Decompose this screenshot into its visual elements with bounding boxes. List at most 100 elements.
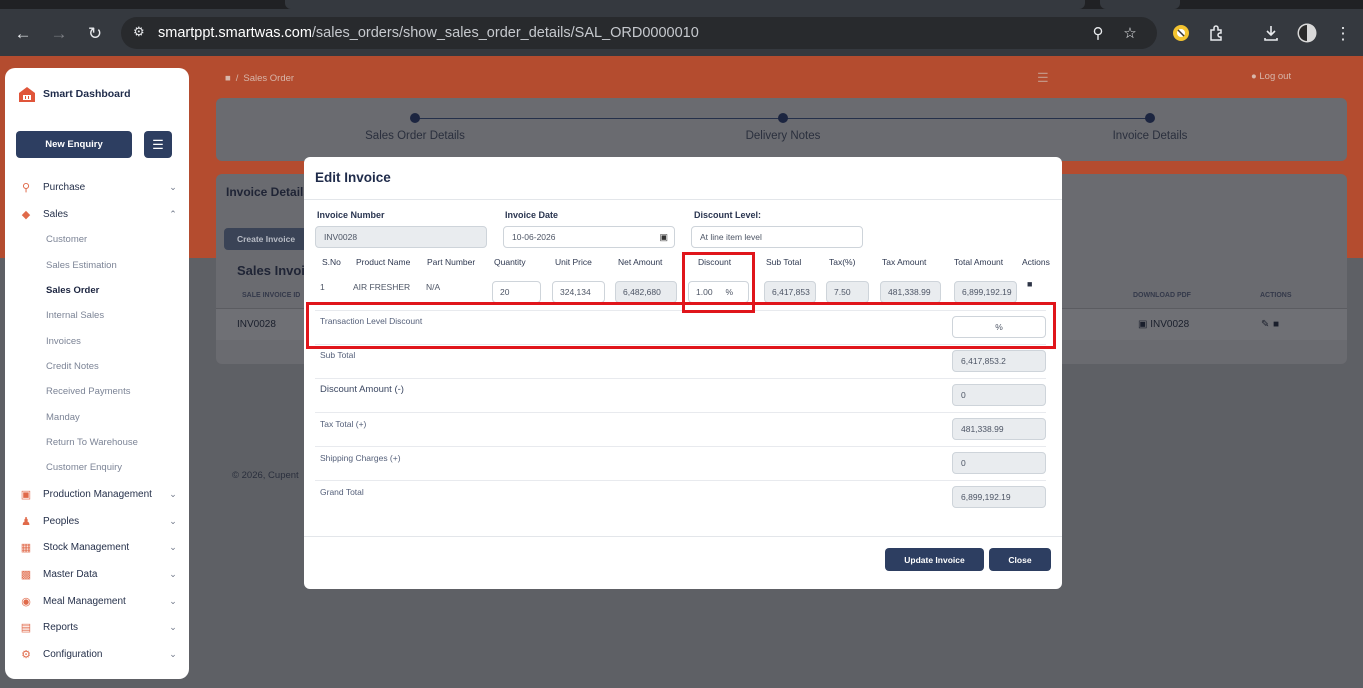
sub-total-field[interactable]: 6,417,853 — [764, 281, 816, 303]
delete-icon[interactable]: ■ — [1273, 319, 1279, 330]
chevron-down-icon: ⌄ — [169, 595, 177, 606]
sidebar-subitem-credit-notes[interactable]: Credit Notes — [46, 361, 99, 372]
meal-icon: ◉ — [21, 595, 31, 608]
sidebar-subitem-return-to-warehouse[interactable]: Return To Warehouse — [46, 437, 138, 448]
trash-icon[interactable]: ■ — [1027, 279, 1032, 289]
stock-icon: ▦ — [20, 541, 32, 554]
sidebar-item-reports[interactable]: ▤ Reports ⌄ — [19, 617, 179, 637]
breadcrumb-current[interactable]: Sales Order — [243, 73, 294, 84]
brand[interactable]: Smart Dashboard — [17, 84, 131, 104]
invoice-number-label: Invoice Number — [317, 210, 385, 220]
new-enquiry-button[interactable]: New Enquiry — [16, 131, 132, 158]
sidebar-subitem-sales-order[interactable]: Sales Order — [46, 285, 99, 296]
sidebar-item-purchase[interactable]: ⚲ Purchase ⌄ — [19, 177, 179, 197]
step-dot — [1145, 113, 1155, 123]
sidebar-subitem-manday[interactable]: Manday — [46, 412, 80, 423]
divider — [315, 378, 1046, 379]
sidebar-subitem-customer-enquiry[interactable]: Customer Enquiry — [46, 462, 122, 473]
master-data-icon: ▩ — [20, 568, 32, 581]
chevron-down-icon: ⌄ — [169, 541, 177, 552]
bookmark-star-icon[interactable]: ☆ — [1120, 23, 1140, 43]
tab-item[interactable] — [1100, 0, 1180, 9]
url-text[interactable]: smartppt.smartwas.com/sales_orders/show_… — [158, 25, 699, 41]
sidebar-subitem-received-payments[interactable]: Received Payments — [46, 386, 130, 397]
edit-invoice-modal: Edit Invoice Invoice Number INV0028 Invo… — [304, 157, 1062, 589]
active-tab[interactable] — [285, 0, 1085, 9]
logout-link[interactable]: ● Log out — [1251, 71, 1291, 82]
reload-icon[interactable]: ↻ — [82, 20, 108, 46]
sidebar-subitem-internal-sales[interactable]: Internal Sales — [46, 310, 104, 321]
sidebar-item-meal-management[interactable]: ◉ Meal Management ⌄ — [19, 591, 179, 611]
sidebar: Smart Dashboard New Enquiry ☰ ⚲ Purchase ⌄… — [5, 68, 189, 679]
transaction-discount-label: Transaction Level Discount — [320, 316, 423, 326]
discount-input[interactable]: 1.00% — [688, 281, 749, 303]
sub-total-summary-field[interactable]: 6,417,853.2 — [952, 350, 1046, 372]
brand-name: Smart Dashboard — [43, 88, 131, 100]
invoice-number-field[interactable]: INV0028 — [315, 226, 487, 248]
chevron-down-icon: ⌄ — [169, 648, 177, 659]
sidebar-item-master-data[interactable]: ▩ Master Data ⌄ — [19, 564, 179, 584]
zoom-icon[interactable]: ⚲ — [1088, 23, 1108, 43]
menu-toggle-icon[interactable]: ☰ — [144, 131, 172, 158]
col-actions: ACTIONS — [1260, 292, 1292, 299]
cell-product-name: AIR FRESHER — [353, 282, 411, 292]
chevron-down-icon: ⌄ — [169, 181, 177, 192]
col-product-name: Product Name — [356, 257, 411, 267]
close-button[interactable]: Close — [989, 548, 1051, 571]
site-info-icon[interactable]: ⚙ — [133, 24, 151, 42]
edit-icon[interactable]: ✎ — [1261, 319, 1269, 330]
sidebar-subitem-customer[interactable]: Customer — [46, 234, 87, 245]
sub-total-label: Sub Total — [320, 350, 356, 360]
back-icon[interactable]: ← — [10, 20, 36, 46]
chevron-down-icon: ⌄ — [169, 621, 177, 632]
extension-badge-icon[interactable] — [1168, 20, 1194, 46]
invoice-date-field[interactable]: 10-06-2026 ▣ — [503, 226, 675, 248]
sidebar-subitem-invoices[interactable]: Invoices — [46, 336, 81, 347]
update-invoice-button[interactable]: Update Invoice — [885, 548, 984, 571]
sidebar-item-peoples[interactable]: ♟ Peoples ⌄ — [19, 511, 179, 531]
more-menu-icon[interactable]: ⋮ — [1330, 20, 1356, 46]
col-tax-amount: Tax Amount — [882, 257, 927, 267]
divider — [315, 446, 1046, 447]
modal-title: Edit Invoice — [315, 170, 391, 185]
download-pdf-link[interactable]: ▣ INV0028 — [1138, 319, 1189, 330]
download-icon[interactable] — [1258, 20, 1284, 46]
step-delivery-notes[interactable]: Delivery Notes — [746, 130, 821, 142]
extensions-puzzle-icon[interactable] — [1204, 20, 1230, 46]
quantity-input[interactable]: 20 — [492, 281, 541, 303]
discount-level-select[interactable]: At line item level — [691, 226, 863, 248]
tax-total-field[interactable]: 481,338.99 — [952, 418, 1046, 440]
hamburger-icon[interactable]: ☰ — [1037, 70, 1049, 86]
chevron-up-icon: ⌃ — [169, 208, 177, 219]
calendar-icon[interactable]: ▣ — [659, 232, 668, 243]
shipping-charges-label: Shipping Charges (+) — [320, 453, 401, 463]
home-icon[interactable]: ■ — [225, 73, 231, 84]
col-part-number: Part Number — [427, 257, 476, 267]
create-invoice-button[interactable]: Create Invoice — [224, 228, 308, 250]
breadcrumb: ■ / Sales Order — [225, 73, 295, 84]
reports-icon: ▤ — [20, 621, 32, 634]
grand-total-field[interactable]: 6,899,192.19 — [952, 486, 1046, 508]
cart-icon: ⚲ — [21, 181, 31, 194]
col-sale-invoice-id: SALE INVOICE ID — [242, 292, 301, 299]
sidebar-item-stock-management[interactable]: ▦ Stock Management ⌄ — [19, 537, 179, 557]
address-bar[interactable]: ⚙ smartppt.smartwas.com/sales_orders/sho… — [121, 17, 1157, 49]
divider — [315, 412, 1046, 413]
cell-part-number: N/A — [426, 282, 441, 292]
step-invoice-details[interactable]: Invoice Details — [1113, 130, 1188, 142]
unit-price-input[interactable]: 324,134 — [552, 281, 605, 303]
discount-amount-field[interactable]: 0 — [952, 384, 1046, 406]
tax-pct-field[interactable]: 7.50 — [826, 281, 869, 303]
total-amount-field[interactable]: 6,899,192.19 — [954, 281, 1017, 303]
sidebar-subitem-sales-estimation[interactable]: Sales Estimation — [46, 260, 117, 271]
net-amount-field[interactable]: 6,482,680 — [615, 281, 677, 303]
sidebar-item-sales[interactable]: ◆ Sales ⌃ — [19, 204, 179, 224]
profile-avatar-icon[interactable] — [1294, 20, 1320, 46]
shipping-charges-input[interactable]: 0 — [952, 452, 1046, 474]
sidebar-item-production-management[interactable]: ▣ Production Management ⌄ — [19, 484, 179, 504]
transaction-discount-input[interactable]: % — [952, 316, 1046, 338]
sidebar-item-configuration[interactable]: ⚙ Configuration ⌄ — [19, 644, 179, 664]
step-sales-order-details[interactable]: Sales Order Details — [365, 130, 465, 142]
forward-icon[interactable]: → — [46, 20, 72, 46]
tax-amount-field[interactable]: 481,338.99 — [880, 281, 941, 303]
